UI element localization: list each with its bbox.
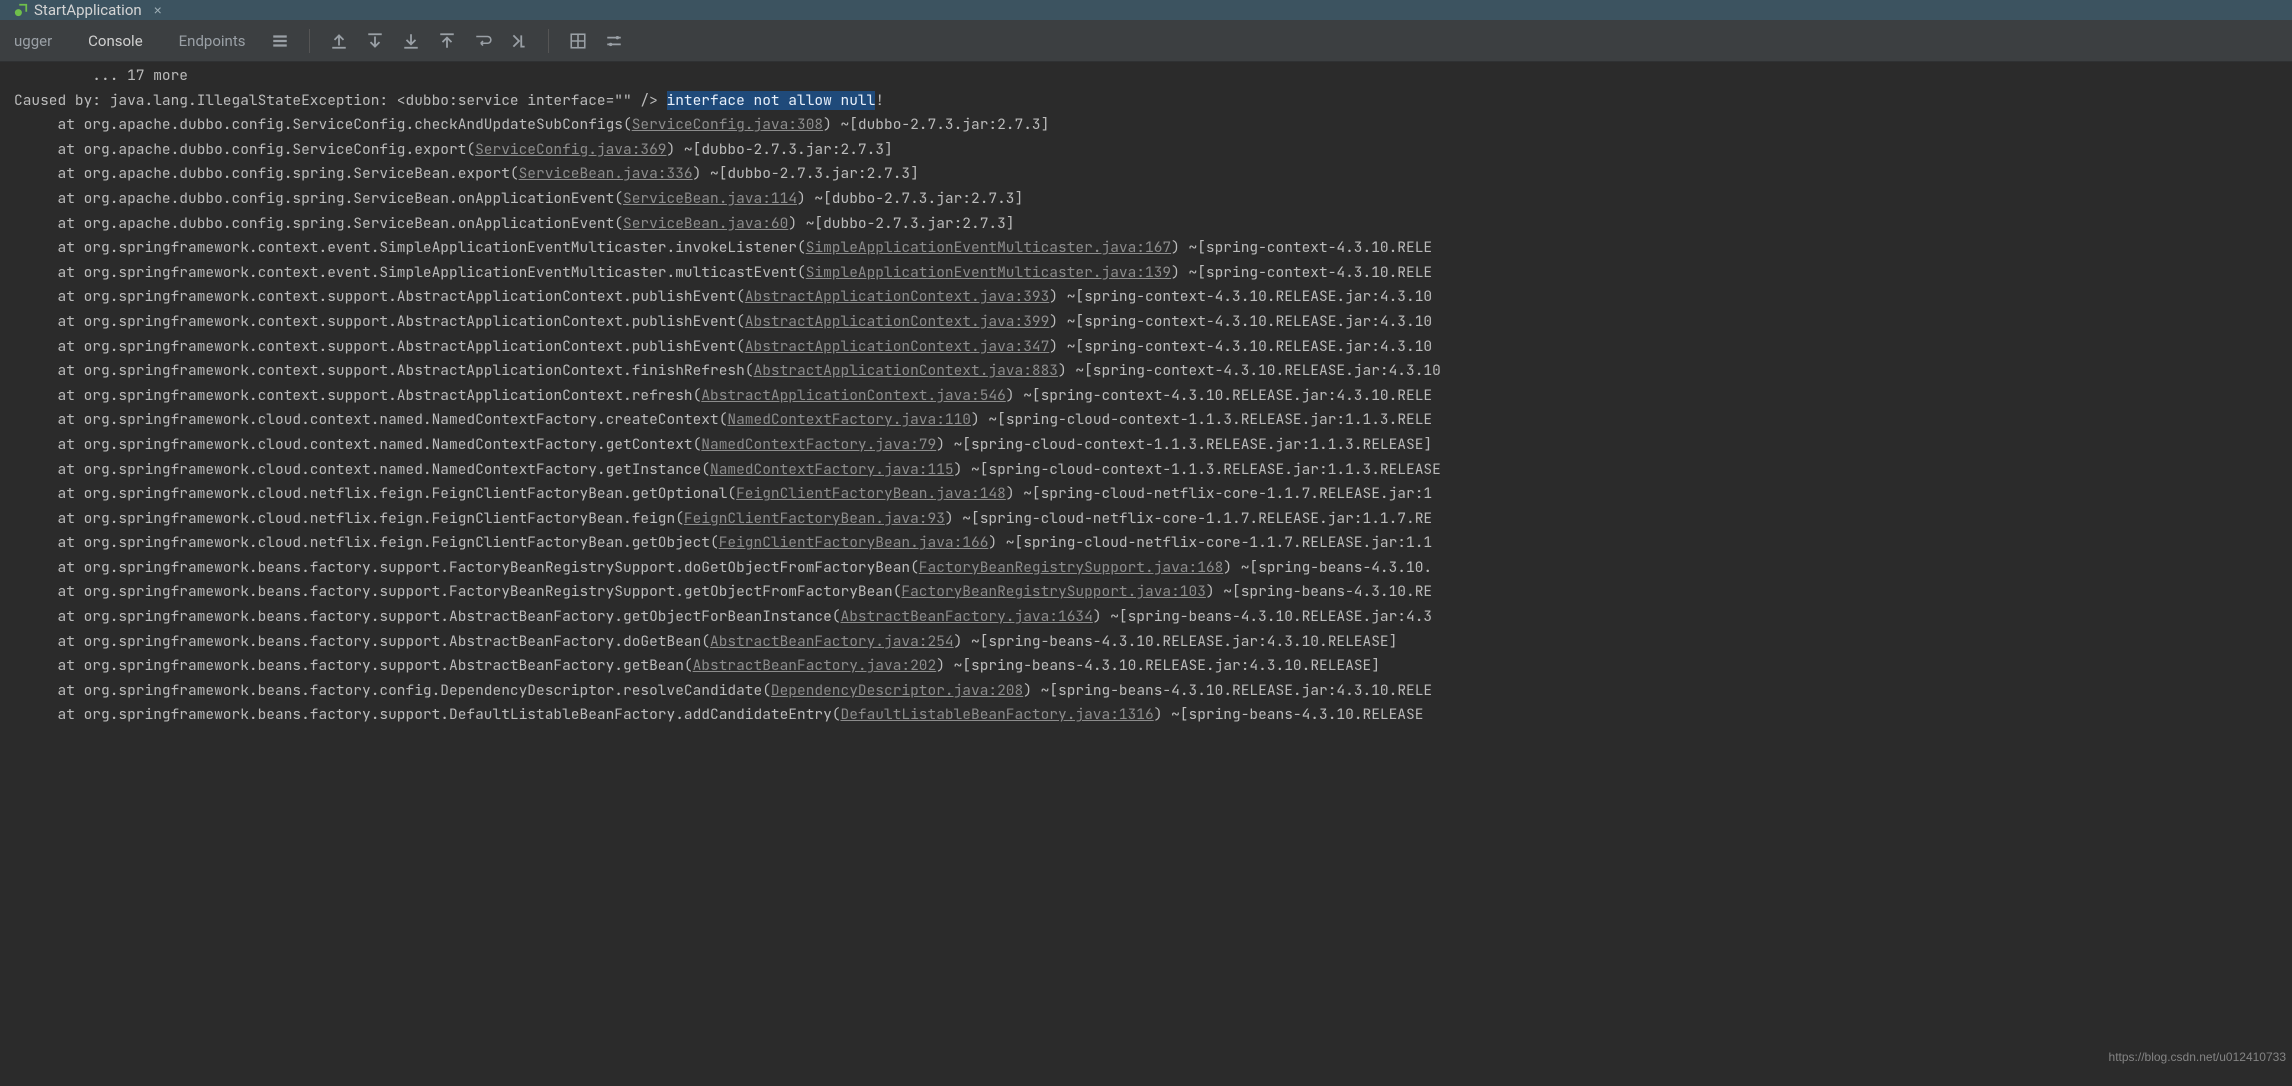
tab-title[interactable]: StartApplication [34,1,142,19]
log-line: Caused by: java.lang.IllegalStateExcepti… [14,89,2292,114]
source-link[interactable]: FactoryBeanRegistrySupport.java:168 [919,558,1224,577]
source-link[interactable]: NamedContextFactory.java:115 [710,460,954,479]
layout-settings-icon[interactable] [265,26,295,56]
source-link[interactable]: ServiceBean.java:60 [623,214,788,233]
log-line: at org.springframework.context.event.Sim… [14,261,2292,286]
log-line: at org.springframework.context.support.A… [14,384,2292,409]
down-to-bottom-icon[interactable] [396,26,426,56]
log-line: at org.springframework.beans.factory.sup… [14,605,2292,630]
log-line: at org.springframework.beans.factory.sup… [14,556,2292,581]
watermark: https://blog.csdn.net/u012410733 [2109,1050,2286,1064]
settings-icon[interactable] [599,26,629,56]
up-to-top-icon[interactable] [432,26,462,56]
tab-endpoints-label: Endpoints [179,32,246,50]
source-link[interactable]: DependencyDescriptor.java:208 [771,681,1023,700]
run-config-icon [14,3,28,17]
soft-wrap-icon[interactable] [468,26,498,56]
source-link[interactable]: FeignClientFactoryBean.java:166 [719,533,989,552]
grid-icon[interactable] [563,26,593,56]
source-link[interactable]: AbstractBeanFactory.java:1634 [841,607,1093,626]
log-line: ... 17 more [14,64,2292,89]
log-line: at org.springframework.beans.factory.sup… [14,703,2292,728]
source-link[interactable]: AbstractBeanFactory.java:202 [693,656,937,675]
source-link[interactable]: ServiceBean.java:114 [623,189,797,208]
log-line: at org.springframework.context.support.A… [14,285,2292,310]
down-stack-icon[interactable] [360,26,390,56]
selected-text[interactable]: interface not allow null [667,91,876,110]
source-link[interactable]: SimpleApplicationEventMulticaster.java:1… [806,238,1171,257]
tab-console-label: Console [88,32,143,50]
source-link[interactable]: AbstractApplicationContext.java:883 [754,361,1059,380]
source-link[interactable]: SimpleApplicationEventMulticaster.java:1… [806,263,1171,282]
log-line: at org.springframework.beans.factory.sup… [14,580,2292,605]
source-link[interactable]: ServiceBean.java:336 [519,164,693,183]
debug-toolbar: ugger Console Endpoints [0,20,2292,62]
log-line: at org.apache.dubbo.config.spring.Servic… [14,212,2292,237]
tab-console[interactable]: Console [66,20,157,61]
log-line: at org.springframework.beans.factory.sup… [14,630,2292,655]
log-line: at org.springframework.context.event.Sim… [14,236,2292,261]
log-line: at org.apache.dubbo.config.spring.Servic… [14,187,2292,212]
source-link[interactable]: FeignClientFactoryBean.java:148 [736,484,1006,503]
tab-endpoints[interactable]: Endpoints [157,20,260,61]
source-link[interactable]: NamedContextFactory.java:110 [727,410,971,429]
source-link[interactable]: FeignClientFactoryBean.java:93 [684,509,945,528]
toolbar-divider [548,29,549,53]
source-link[interactable]: AbstractApplicationContext.java:546 [701,386,1006,405]
source-link[interactable]: AbstractApplicationContext.java:399 [745,312,1050,331]
source-link[interactable]: ServiceConfig.java:308 [632,115,823,134]
source-link[interactable]: DefaultListableBeanFactory.java:1316 [841,705,1154,724]
tab-debugger[interactable]: ugger [0,20,66,61]
log-line: at org.springframework.context.support.A… [14,359,2292,384]
log-line: at org.springframework.context.support.A… [14,310,2292,335]
log-line: at org.apache.dubbo.config.ServiceConfig… [14,113,2292,138]
toolbar-divider [309,29,310,53]
log-line: at org.springframework.cloud.context.nam… [14,458,2292,483]
editor-tab-bar: StartApplication × [0,0,2292,20]
tab-debugger-label: ugger [14,32,52,50]
tab-close-icon[interactable]: × [154,2,162,18]
source-link[interactable]: FactoryBeanRegistrySupport.java:103 [901,582,1206,601]
log-line: at org.springframework.cloud.netflix.fei… [14,482,2292,507]
source-link[interactable]: ServiceConfig.java:369 [475,140,666,159]
source-link[interactable]: AbstractBeanFactory.java:254 [710,632,954,651]
log-line: at org.springframework.beans.factory.con… [14,679,2292,704]
source-link[interactable]: AbstractApplicationContext.java:347 [745,337,1050,356]
log-line: at org.apache.dubbo.config.ServiceConfig… [14,138,2292,163]
log-line: at org.apache.dubbo.config.spring.Servic… [14,162,2292,187]
scroll-to-end-icon[interactable] [504,26,534,56]
log-line: at org.springframework.cloud.netflix.fei… [14,531,2292,556]
log-line: at org.springframework.cloud.netflix.fei… [14,507,2292,532]
console-output[interactable]: ... 17 moreCaused by: java.lang.IllegalS… [0,62,2292,728]
source-link[interactable]: AbstractApplicationContext.java:393 [745,287,1050,306]
log-line: at org.springframework.beans.factory.sup… [14,654,2292,679]
source-link[interactable]: NamedContextFactory.java:79 [701,435,936,454]
up-stack-icon[interactable] [324,26,354,56]
log-line: at org.springframework.cloud.context.nam… [14,433,2292,458]
log-line: at org.springframework.context.support.A… [14,335,2292,360]
log-line: at org.springframework.cloud.context.nam… [14,408,2292,433]
